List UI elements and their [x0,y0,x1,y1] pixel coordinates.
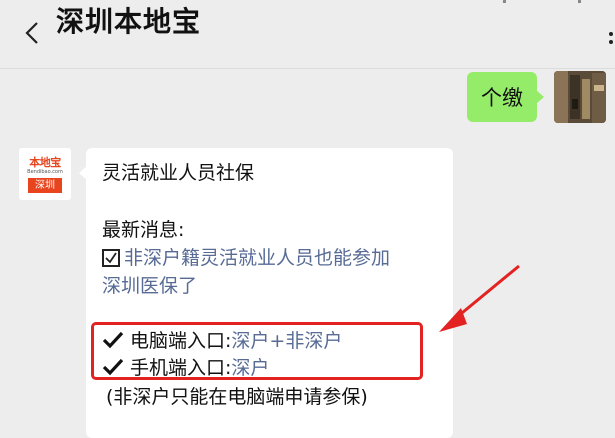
back-arrow-icon[interactable] [20,18,44,48]
news-link[interactable]: 非深户籍灵活就业人员也能参加 [102,246,390,270]
message-heading: 灵活就业人员社保 [102,162,255,184]
news-link-line1: 非深户籍灵活就业人员也能参加 [124,247,391,269]
avatar-city-badge: 深圳 [28,178,62,193]
avatar-logo-text: 本地宝 [29,156,61,169]
checkbox-icon [102,249,120,267]
more-dot-icon [503,0,506,3]
avatar-logo-url: Bendibao.com [27,169,63,175]
outgoing-message[interactable]: 个缴 [467,72,544,122]
more-dot-icon [578,0,581,3]
user-avatar[interactable] [554,71,606,123]
outgoing-message-text: 个缴 [481,86,523,110]
note-text: (非深户只能在电脑端申请参保) [106,386,368,408]
chat-header: 深圳本地宝 [0,0,615,69]
official-account-avatar[interactable]: 本地宝 Bendibao.com 深圳 [19,148,71,200]
incoming-message: 灵活就业人员社保 最新消息: 非深户籍灵活就业人员也能参加 深圳医保了 电脑端入… [79,148,453,438]
chat-title: 深圳本地宝 [56,5,202,38]
news-link-cont[interactable]: 深圳医保了 [102,274,197,298]
red-arrow-icon [439,264,520,332]
highlight-box [91,322,423,380]
news-label: 最新消息: [102,219,185,241]
more-options-icon[interactable] [605,30,615,48]
